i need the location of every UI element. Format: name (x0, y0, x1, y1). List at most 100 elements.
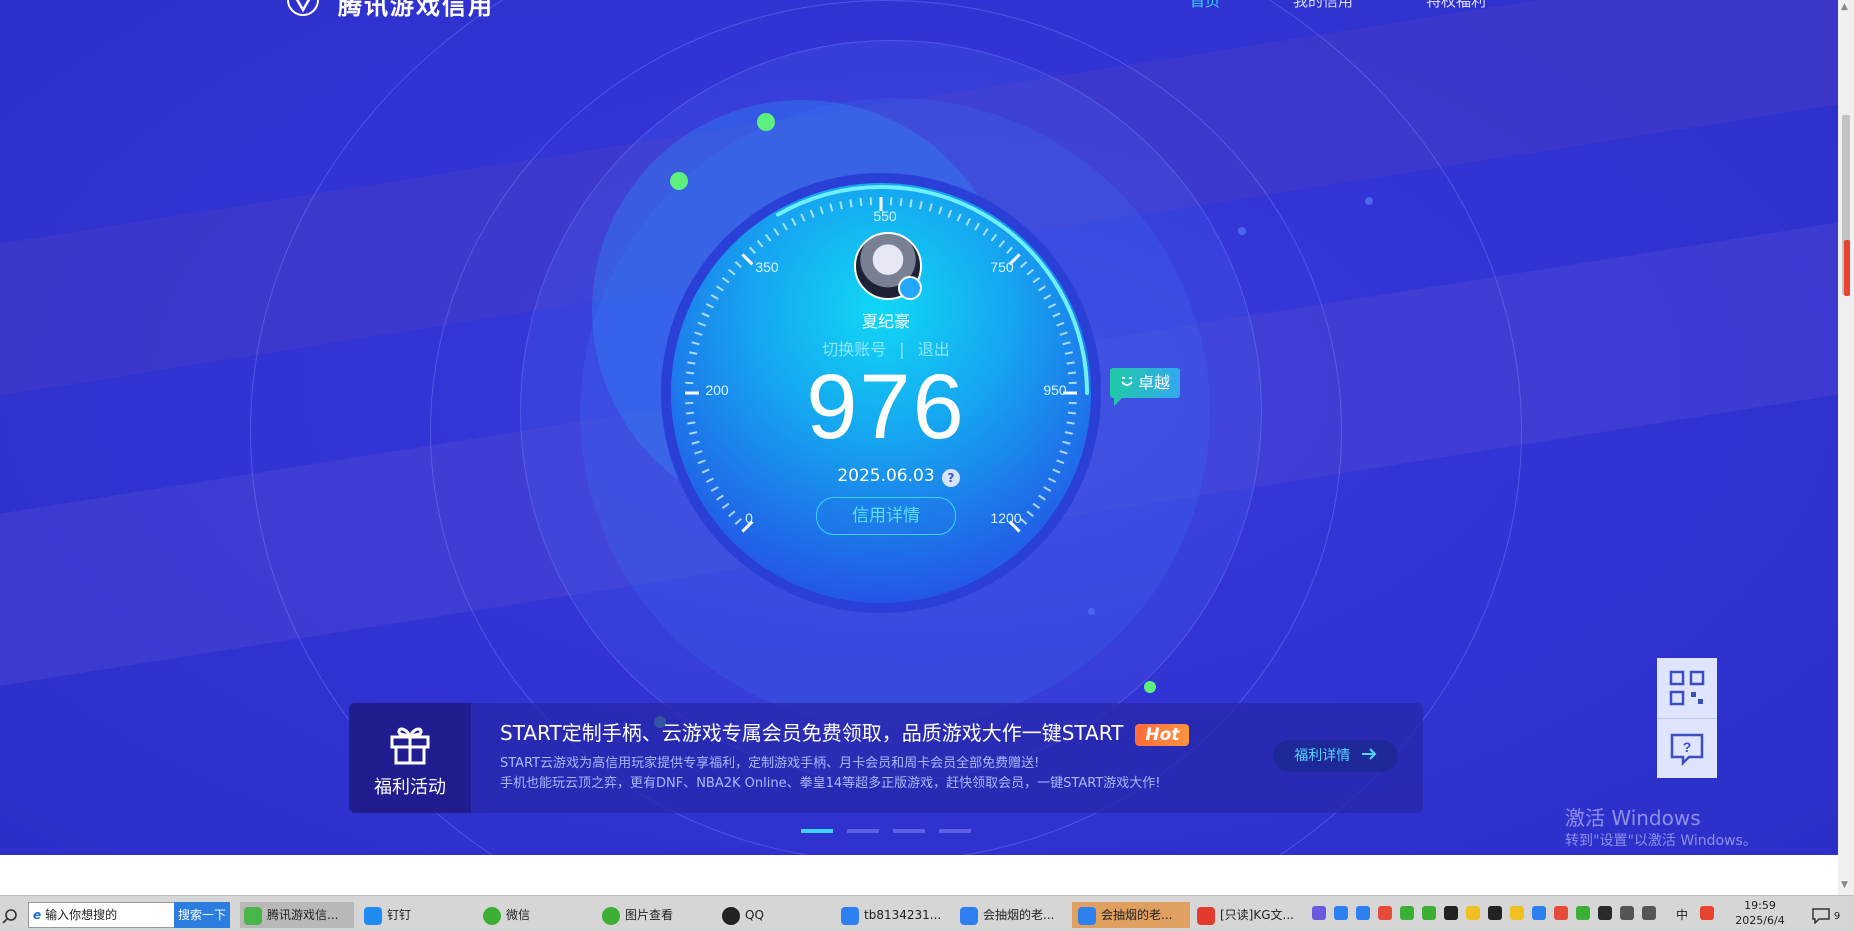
pager-dot-1[interactable] (801, 829, 833, 833)
taskbar-item-chat1[interactable]: 会抽烟的老... (960, 902, 1054, 928)
taskbar-item-label: 会抽烟的老... (1101, 908, 1172, 922)
taskbar-search-input[interactable]: e 输入你想搜的 (28, 902, 176, 928)
tray-app-icon[interactable] (1576, 906, 1590, 920)
sogou-ime-icon[interactable] (1700, 906, 1714, 920)
taskbar-item-dingtalk[interactable]: 钉钉 (364, 902, 411, 928)
notification-count: 9 (1834, 911, 1840, 922)
pager-dot-2[interactable] (847, 829, 879, 833)
banner-desc-line2: 手机也能玩云顶之弈，更有DNF、NBA2K Online、拳皇14等超多正版游戏… (500, 772, 1160, 791)
notification-center-icon[interactable]: 9 (1812, 902, 1840, 928)
tick-label-1200: 1200 (990, 510, 1021, 526)
app-u-icon (960, 907, 978, 925)
hot-badge: Hot (1135, 724, 1189, 746)
tick-label-950: 950 (1043, 382, 1067, 398)
tick-label-550: 550 (873, 208, 897, 224)
qq-badge-icon (898, 276, 922, 300)
nav-home[interactable]: 首页 (1190, 0, 1220, 11)
welfare-detail-label: 福利详情 (1294, 748, 1350, 764)
score-date: 2025.06.03 (810, 466, 962, 486)
gauge-tick (901, 198, 902, 206)
header: 腾讯游戏信用 首页 我的信用 特权福利 (0, 0, 1838, 12)
taskbar-item-label: QQ (745, 908, 764, 922)
ie-icon: e (33, 908, 41, 922)
gift-icon (386, 719, 434, 767)
gauge-tick (686, 413, 694, 414)
clock-time: 19:59 (1720, 898, 1800, 913)
gauge-tick (686, 373, 694, 374)
tray-app-icon[interactable] (1378, 906, 1392, 920)
tray-app-icon[interactable] (1532, 906, 1546, 920)
qrcode-button[interactable] (1657, 658, 1717, 718)
tray-app-icon[interactable] (1356, 906, 1370, 920)
tray-app-icon[interactable] (1444, 906, 1458, 920)
taskbar-item-credit[interactable]: 腾讯游戏信... (240, 902, 354, 928)
banner-tag-panel: 福利活动 (349, 703, 471, 813)
taskbar-item-label: tb8134231... (864, 908, 941, 922)
deco-dot (1238, 227, 1246, 235)
username: 夏纪豪 (800, 308, 972, 332)
tick-label-200: 200 (705, 382, 729, 398)
tray-app-icon[interactable] (1598, 906, 1612, 920)
deco-dot (1144, 681, 1156, 693)
banner-title-text: START定制手柄、云游戏专属会员免费领取，品质游戏大作一键START (500, 721, 1123, 745)
gauge-tick (1067, 422, 1075, 423)
gauge-tick (687, 422, 695, 423)
nav-my-credit[interactable]: 我的信用 (1293, 0, 1353, 11)
gauge-tick (1068, 373, 1076, 374)
pager-dot-3[interactable] (893, 829, 925, 833)
taskbar-item-chat2[interactable]: 会抽烟的老... (1072, 902, 1190, 928)
tray-app-icon[interactable] (1554, 906, 1568, 920)
feedback-icon: ? (1657, 719, 1717, 778)
gauge-tick (1067, 362, 1075, 363)
taskbar-item-wps[interactable]: [只读]KG文... (1197, 902, 1294, 928)
credit-detail-button[interactable]: 信用详情 (816, 497, 956, 535)
tray-app-icon[interactable] (1400, 906, 1414, 920)
smile-icon (1120, 368, 1134, 398)
pager-dot-4[interactable] (939, 829, 971, 833)
welfare-detail-button[interactable]: 福利详情 (1273, 740, 1398, 772)
help-icon[interactable]: ? (942, 469, 960, 487)
tray-app-icon[interactable] (1488, 906, 1502, 920)
banner-title[interactable]: START定制手柄、云游戏专属会员免费领取，品质游戏大作一键START Hot (500, 717, 1189, 746)
windows-activation-hint: 转到"设置"以激活 Windows。 (1565, 830, 1757, 850)
taskbar-search-placeholder: 输入你想搜的 (45, 908, 117, 922)
wps-icon (1197, 907, 1215, 925)
taskbar-item-label: 腾讯游戏信... (267, 908, 338, 922)
page-scrollbar[interactable]: ▲ ▼ (1838, 0, 1854, 895)
taskbar-search-button[interactable]: 搜索一下 (174, 902, 230, 928)
taskbar-item-tb[interactable]: tb8134231... (841, 902, 941, 928)
clock-date: 2025/6/4 (1720, 913, 1800, 928)
scroll-up-icon[interactable]: ▲ (1841, 2, 1848, 12)
level-tag: 卓越 (1110, 368, 1180, 398)
tray-app-icon[interactable] (1642, 906, 1656, 920)
tick-label-350: 350 (755, 259, 779, 275)
tick-label-750: 750 (990, 259, 1014, 275)
level-label: 卓越 (1138, 373, 1170, 392)
nav-privileges[interactable]: 特权福利 (1426, 0, 1486, 11)
taskbar-item-label: 微信 (506, 908, 530, 922)
tray-app-icon[interactable] (1466, 906, 1480, 920)
windows-activation-title: 激活 Windows (1565, 802, 1701, 831)
tray-app-icon[interactable] (1334, 906, 1348, 920)
gauge-tick (850, 199, 851, 207)
dingtalk-icon (364, 907, 382, 925)
browser-icon (244, 907, 262, 925)
taskbar-item-qq[interactable]: QQ (722, 902, 764, 928)
scroll-down-icon[interactable]: ▼ (1841, 880, 1848, 890)
taskbar-item-photos[interactable]: 图片查看 (602, 902, 673, 928)
credit-score: 976 (770, 355, 1002, 460)
app-u-icon (1078, 907, 1096, 925)
tray-app-icon[interactable] (1312, 906, 1326, 920)
banner-tag: 福利活动 (349, 773, 471, 799)
taskbar-item-label: 会抽烟的老... (983, 908, 1054, 922)
search-icon[interactable] (2, 902, 18, 928)
tray-app-icon[interactable] (1510, 906, 1524, 920)
taskbar-clock[interactable]: 19:59 2025/6/4 (1720, 898, 1800, 928)
app-u-icon (841, 907, 859, 925)
taskbar-item-wechat[interactable]: 微信 (483, 902, 530, 928)
ime-indicator[interactable]: 中 (1676, 902, 1688, 928)
feedback-button[interactable]: ? (1657, 719, 1717, 779)
tray-app-icon[interactable] (1422, 906, 1436, 920)
welfare-banner: 福利活动 START定制手柄、云游戏专属会员免费领取，品质游戏大作一键START… (349, 703, 1423, 813)
tray-app-icon[interactable] (1620, 906, 1634, 920)
